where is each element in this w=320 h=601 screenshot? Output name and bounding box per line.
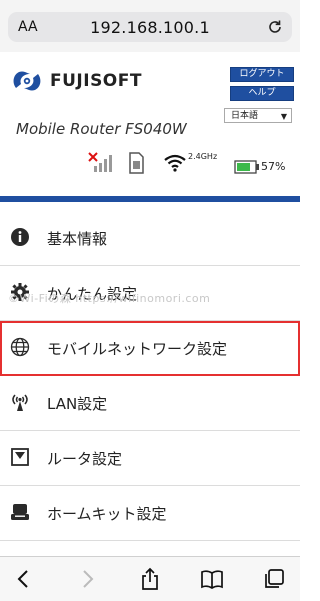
battery-icon	[234, 160, 259, 174]
menu-item-label: 基本情報	[47, 229, 108, 248]
address-bar[interactable]: AA 192.168.100.1	[8, 12, 292, 42]
back-icon[interactable]	[12, 567, 36, 591]
reload-icon[interactable]	[267, 19, 283, 35]
brand-logo: FUJISOFT	[10, 66, 142, 96]
router-icon	[11, 448, 29, 466]
wifi-band-label: 2.4GHz	[188, 152, 218, 161]
antenna-icon	[12, 394, 28, 411]
model-name: Mobile Router FS040W	[16, 120, 187, 138]
globe-icon	[10, 337, 30, 357]
share-icon[interactable]	[138, 567, 162, 591]
watermark: ©Wi-Fiの森 https://wifinomori.com	[8, 292, 211, 305]
menu-item-label: ホームキット設定	[47, 504, 167, 523]
info-icon	[11, 228, 29, 246]
homekit-icon	[11, 504, 29, 520]
text-size-button[interactable]: AA	[18, 19, 38, 35]
browser-toolbar	[0, 556, 300, 601]
chevron-down-icon: ▼	[280, 112, 287, 121]
bookmarks-icon[interactable]	[200, 567, 224, 591]
menu-item-label: モバイルネットワーク設定	[47, 339, 228, 358]
brand-name: FUJISOFT	[50, 71, 142, 91]
header-divider	[0, 196, 300, 202]
menu-item-label: LAN設定	[47, 394, 108, 413]
menu-item-lan[interactable]: LAN設定	[0, 376, 300, 431]
url-text[interactable]: 192.168.100.1	[8, 18, 292, 37]
logout-button[interactable]: ログアウト	[230, 67, 294, 82]
settings-menu: 基本情報 かんたん設定 モバイルネットワーク設定 LAN設定 ルータ設定 ホーム…	[0, 211, 300, 541]
help-button[interactable]: ヘルプ	[230, 86, 294, 101]
menu-item-homekit[interactable]: ホームキット設定	[0, 486, 300, 541]
sim-card-icon	[129, 152, 144, 174]
language-value: 日本語	[231, 111, 259, 121]
menu-item-basic-info[interactable]: 基本情報	[0, 211, 300, 266]
forward-icon[interactable]	[75, 567, 99, 591]
menu-item-router[interactable]: ルータ設定	[0, 431, 300, 486]
battery-percent: 57%	[261, 160, 286, 173]
language-select[interactable]: 日本語 ▼	[224, 108, 292, 123]
wifi-icon	[164, 154, 186, 172]
menu-item-label: ルータ設定	[47, 449, 123, 468]
fujisoft-logo-icon	[13, 71, 41, 91]
signal-strength-icon	[88, 152, 112, 172]
menu-item-mobile-network[interactable]: モバイルネットワーク設定	[0, 321, 300, 376]
tabs-icon[interactable]	[262, 567, 286, 591]
browser-address-area: AA 192.168.100.1	[0, 0, 300, 52]
